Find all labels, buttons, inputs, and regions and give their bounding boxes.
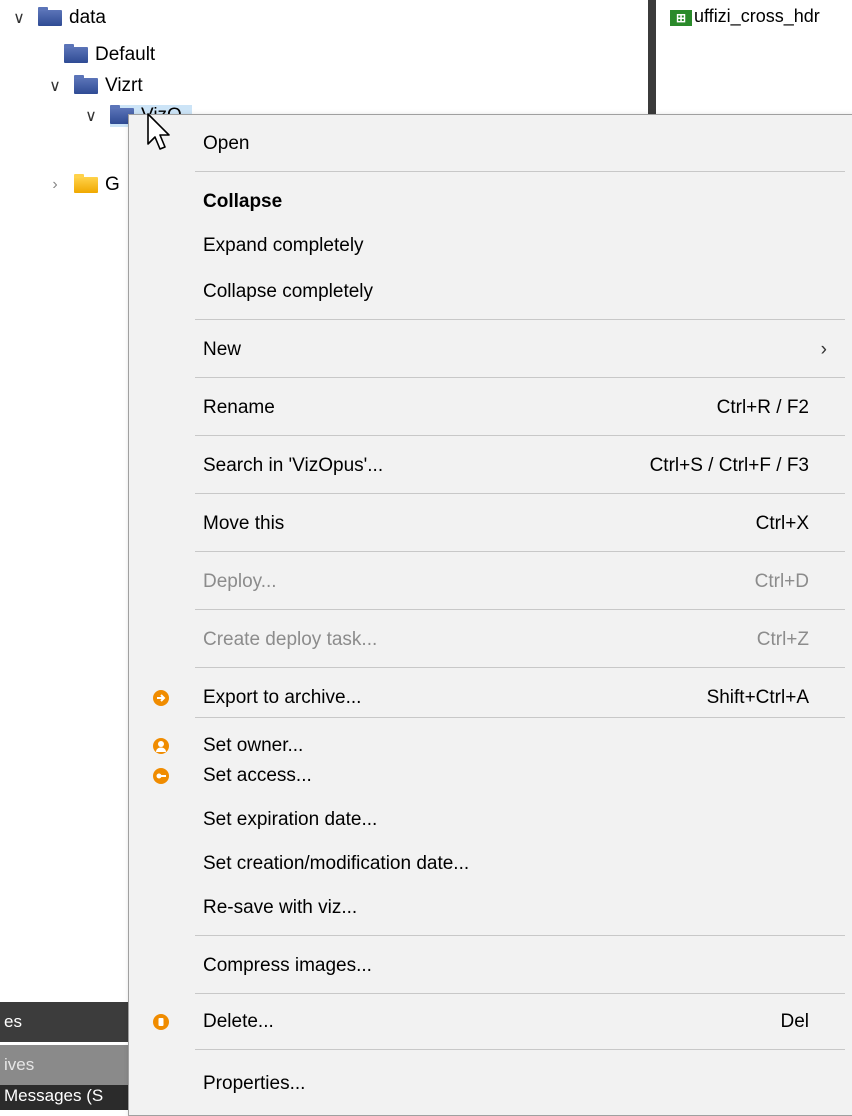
panel-divider[interactable] <box>648 0 656 116</box>
menu-item-set-owner[interactable]: Set owner... <box>129 729 852 763</box>
panel-tab-1[interactable]: es <box>0 1002 135 1042</box>
menu-item-set-creation[interactable]: Set creation/modification date... <box>129 847 852 881</box>
tree-item-label: Default <box>95 44 156 65</box>
submenu-arrow-icon: › <box>820 339 827 360</box>
menu-item-label: Create deploy task... <box>203 629 378 650</box>
menu-item-shortcut: Ctrl+R / F2 <box>716 397 809 418</box>
menu-item-shortcut: Ctrl+X <box>755 513 809 534</box>
tree-item-label: Vizrt <box>105 75 143 96</box>
chevron-right-icon[interactable]: › <box>46 176 64 194</box>
panel-tab-2[interactable]: ives <box>0 1045 135 1085</box>
tree-item-label: data <box>69 7 106 28</box>
menu-item-deploy: Deploy... Ctrl+D <box>129 565 852 599</box>
menu-item-compress-images[interactable]: Compress images... <box>129 949 852 983</box>
menu-item-properties[interactable]: Properties... <box>129 1067 852 1101</box>
key-icon <box>153 768 169 784</box>
menu-item-collapse[interactable]: Collapse <box>129 185 852 219</box>
menu-separator <box>195 171 845 172</box>
menu-item-open[interactable]: Open <box>129 127 852 161</box>
menu-item-set-access[interactable]: Set access... <box>129 759 852 793</box>
chevron-down-icon[interactable]: ∨ <box>82 106 100 126</box>
menu-item-label: Open <box>203 133 250 154</box>
menu-item-label: Rename <box>203 397 275 418</box>
tree-item-label: G <box>105 174 120 195</box>
menu-item-search[interactable]: Search in 'VizOpus'... Ctrl+S / Ctrl+F /… <box>129 449 852 483</box>
asset-item-label[interactable]: uffizi_cross_hdr <box>694 6 820 27</box>
chevron-down-icon[interactable]: ∨ <box>46 76 64 96</box>
menu-item-shortcut: Del <box>780 1011 809 1032</box>
menu-item-label: Collapse completely <box>203 281 374 302</box>
folder-icon <box>38 7 62 26</box>
panel-tab-3[interactable]: Messages (S <box>0 1085 135 1110</box>
menu-item-shortcut: Ctrl+S / Ctrl+F / F3 <box>649 455 809 476</box>
user-icon <box>153 738 169 754</box>
menu-separator <box>195 319 845 320</box>
menu-item-rename[interactable]: Rename Ctrl+R / F2 <box>129 391 852 425</box>
menu-separator <box>195 435 845 436</box>
menu-item-label: New <box>203 339 242 360</box>
menu-item-label: Set creation/modification date... <box>203 853 470 874</box>
tree-item-vizrt[interactable]: ∨ Vizrt <box>46 75 143 97</box>
menu-item-export-archive[interactable]: Export to archive... Shift+Ctrl+A <box>129 681 852 715</box>
folder-icon <box>64 44 88 63</box>
menu-item-label: Set expiration date... <box>203 809 378 830</box>
menu-item-move[interactable]: Move this Ctrl+X <box>129 507 852 541</box>
menu-separator <box>195 551 845 552</box>
menu-item-label: Move this <box>203 513 285 534</box>
menu-item-label: Re-save with viz... <box>203 897 358 918</box>
export-icon <box>153 690 169 706</box>
trash-icon <box>153 1014 169 1030</box>
menu-item-label: Deploy... <box>203 571 277 592</box>
menu-item-resave[interactable]: Re-save with viz... <box>129 891 852 925</box>
menu-item-label: Compress images... <box>203 955 372 976</box>
context-menu: Open Collapse Expand completely Collapse… <box>128 114 852 1116</box>
menu-item-shortcut: Shift+Ctrl+A <box>706 687 809 708</box>
menu-separator <box>195 935 845 936</box>
menu-separator <box>195 667 845 668</box>
menu-separator <box>195 609 845 610</box>
menu-item-label: Delete... <box>203 1011 274 1032</box>
menu-item-shortcut: Ctrl+Z <box>756 629 809 650</box>
menu-separator <box>195 1049 845 1050</box>
menu-item-label: Properties... <box>203 1073 306 1094</box>
menu-item-label: Expand completely <box>203 235 364 256</box>
menu-item-expand-completely[interactable]: Expand completely <box>129 229 852 263</box>
folder-icon <box>74 174 98 193</box>
menu-item-label: Set access... <box>203 765 312 786</box>
menu-item-label: Set owner... <box>203 735 304 756</box>
menu-separator <box>195 377 845 378</box>
menu-item-new[interactable]: New › <box>129 333 852 367</box>
menu-item-set-expiration[interactable]: Set expiration date... <box>129 803 852 837</box>
tree-item-default[interactable]: Default <box>64 44 155 66</box>
menu-separator <box>195 717 845 718</box>
mouse-cursor-icon <box>147 113 170 150</box>
menu-item-label: Search in 'VizOpus'... <box>203 455 384 476</box>
menu-item-delete[interactable]: Delete... Del <box>129 1005 852 1039</box>
image-icon: ⊞ <box>670 10 692 26</box>
menu-item-shortcut: Ctrl+D <box>754 571 809 592</box>
chevron-down-icon[interactable]: ∨ <box>10 8 28 28</box>
menu-separator <box>195 493 845 494</box>
menu-item-collapse-completely[interactable]: Collapse completely <box>129 275 852 309</box>
tree-item-g[interactable]: › G <box>46 174 120 196</box>
folder-icon <box>74 75 98 94</box>
menu-separator <box>195 993 845 994</box>
menu-item-label: Collapse <box>203 191 283 212</box>
menu-item-label: Export to archive... <box>203 687 362 708</box>
tree-item-data[interactable]: ∨ data <box>10 7 106 29</box>
menu-item-create-deploy-task: Create deploy task... Ctrl+Z <box>129 623 852 657</box>
